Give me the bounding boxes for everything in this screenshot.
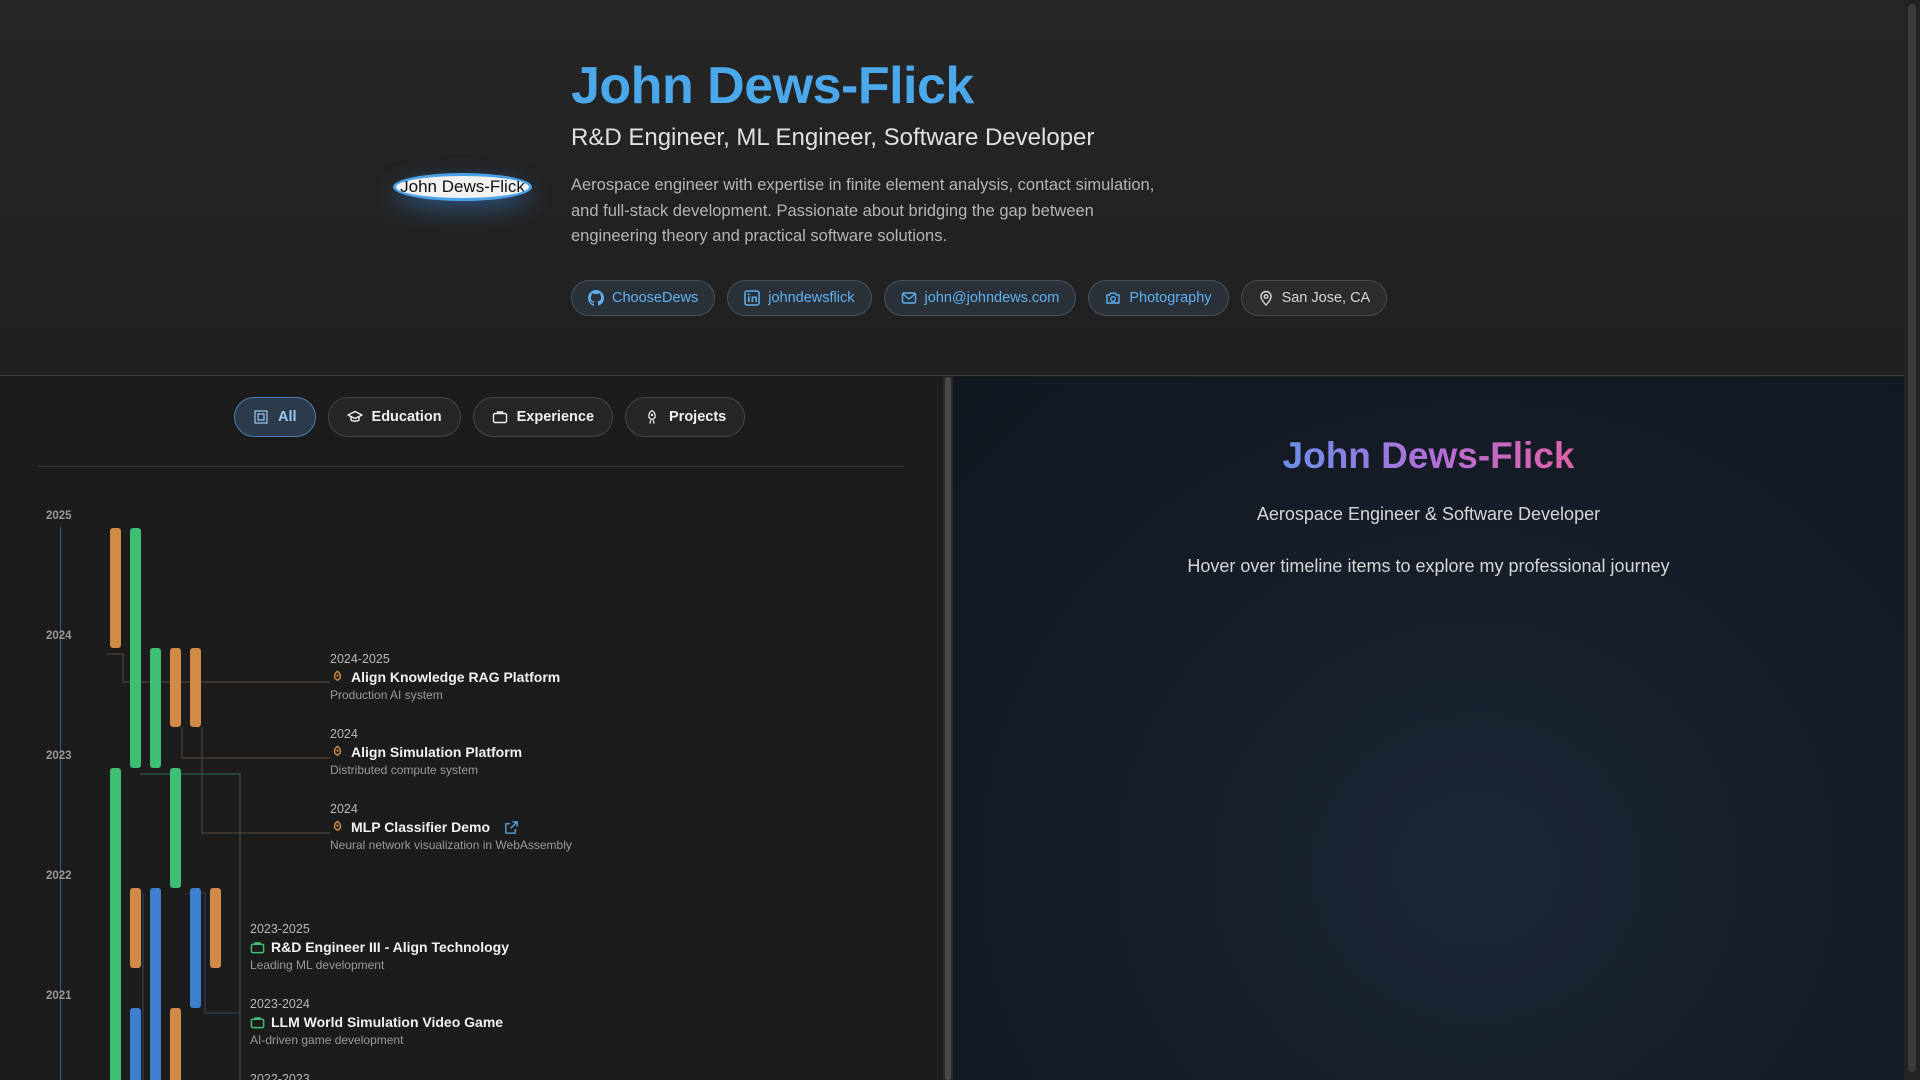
- map-pin-icon: [1259, 290, 1272, 306]
- profile-subtitle: R&D Engineer, ML Engineer, Software Deve…: [571, 124, 1095, 151]
- timeline-scrollbar[interactable]: [945, 377, 951, 1080]
- entry-date: 2024: [330, 727, 358, 741]
- timeline: 2025 2024 2023 2022 2021 2024-2025 Align…: [0, 377, 943, 1080]
- entry-desc: Leading ML development: [250, 958, 385, 972]
- timeline-panel: All Education Experience Projects 2025 2…: [0, 377, 943, 1080]
- avatar: John Dews-Flick: [393, 173, 532, 201]
- photography-link[interactable]: Photography: [1088, 280, 1229, 316]
- detail-subtitle: Aerospace Engineer & Software Developer: [1256, 504, 1601, 524]
- photography-link-label: Photography: [1129, 290, 1212, 306]
- entry-title: R&D Engineer III - Align Technology: [271, 939, 510, 955]
- timeline-bar[interactable]: [170, 1008, 181, 1080]
- entry-title: LLM World Simulation Video Game: [271, 1014, 504, 1030]
- profile-header: John Dews-Flick John Dews-Flick R&D Engi…: [0, 0, 1904, 376]
- briefcase-icon: [250, 1016, 265, 1028]
- camera-icon: [1106, 292, 1121, 304]
- rocket-icon: [333, 670, 342, 681]
- location-chip: San Jose, CA: [1240, 280, 1388, 316]
- entry-desc: Distributed compute system: [330, 763, 479, 777]
- entry-desc: Neural network visualization in WebAssem…: [330, 838, 572, 852]
- github-icon: [588, 290, 604, 306]
- timeline-bar[interactable]: [190, 648, 201, 727]
- timeline-bar[interactable]: [110, 768, 121, 1080]
- entry-date: 2023-2025: [250, 922, 310, 936]
- timeline-entry[interactable]: 2024 Align Simulation Platform Distribut…: [330, 727, 522, 777]
- rocket-icon: [333, 745, 342, 756]
- profile-links: ChooseDews johndewsflick john@johndews.c…: [571, 280, 1388, 316]
- entry-desc: Production AI system: [330, 688, 443, 702]
- rocket-icon: [333, 820, 342, 831]
- timeline-bar[interactable]: [130, 888, 141, 968]
- page: John Dews-Flick John Dews-Flick R&D Engi…: [0, 0, 1920, 1080]
- github-link-label: ChooseDews: [612, 290, 699, 306]
- linkedin-icon: [744, 290, 760, 306]
- detail-title-text: John Dews-Flick: [1282, 435, 1575, 476]
- entry-title: MLP Classifier Demo: [351, 819, 491, 835]
- timeline-entry[interactable]: 2023-2025 R&D Engineer III - Align Techn…: [250, 922, 509, 972]
- briefcase-icon: [250, 941, 265, 953]
- entry-title: Align Knowledge RAG Platform: [351, 669, 561, 685]
- detail-title: John Dews-Flick: [953, 435, 1904, 477]
- timeline-bar[interactable]: [150, 648, 161, 768]
- timeline-bar[interactable]: [170, 648, 181, 727]
- timeline-bar[interactable]: [170, 768, 181, 888]
- timeline-entry[interactable]: 2022-2023: [250, 1072, 310, 1080]
- timeline-bar[interactable]: [210, 888, 221, 968]
- timeline-entry[interactable]: 2024 MLP Classifier Demo Neural network …: [330, 802, 572, 852]
- timeline-bar[interactable]: [110, 528, 121, 648]
- timeline-bar[interactable]: [130, 1008, 141, 1080]
- external-link-icon[interactable]: [504, 820, 519, 835]
- profile-bio: Aerospace engineer with expertise in fin…: [571, 176, 1155, 245]
- profile-name: John Dews-Flick: [571, 57, 974, 115]
- timeline-entry[interactable]: 2023-2024 LLM World Simulation Video Gam…: [250, 997, 503, 1047]
- entry-title: Align Simulation Platform: [351, 744, 523, 760]
- entry-date: 2024: [330, 802, 358, 816]
- timeline-entry[interactable]: 2024-2025 Align Knowledge RAG Platform P…: [330, 652, 560, 702]
- linkedin-link[interactable]: johndewsflick: [727, 280, 872, 316]
- email-link-label: john@johndews.com: [924, 290, 1060, 306]
- entry-date: 2023-2024: [250, 997, 310, 1011]
- mail-icon: [901, 292, 916, 304]
- location-label: San Jose, CA: [1281, 290, 1371, 306]
- github-link[interactable]: ChooseDews: [571, 280, 716, 316]
- entry-date: 2024-2025: [330, 652, 390, 666]
- linkedin-link-label: johndewsflick: [768, 290, 855, 306]
- entry-desc: AI-driven game development: [250, 1033, 404, 1047]
- timeline-bar[interactable]: [130, 528, 141, 768]
- email-link[interactable]: john@johndews.com: [883, 280, 1077, 316]
- detail-panel: John Dews-Flick Aerospace Engineer & Sof…: [953, 377, 1904, 1080]
- window-scrollbar-thumb[interactable]: [1908, 4, 1916, 1072]
- timeline-bar[interactable]: [150, 888, 161, 1080]
- detail-hint: Hover over timeline items to explore my …: [1187, 556, 1670, 576]
- timeline-bar[interactable]: [190, 888, 201, 1008]
- entry-date: 2022-2023: [250, 1072, 310, 1080]
